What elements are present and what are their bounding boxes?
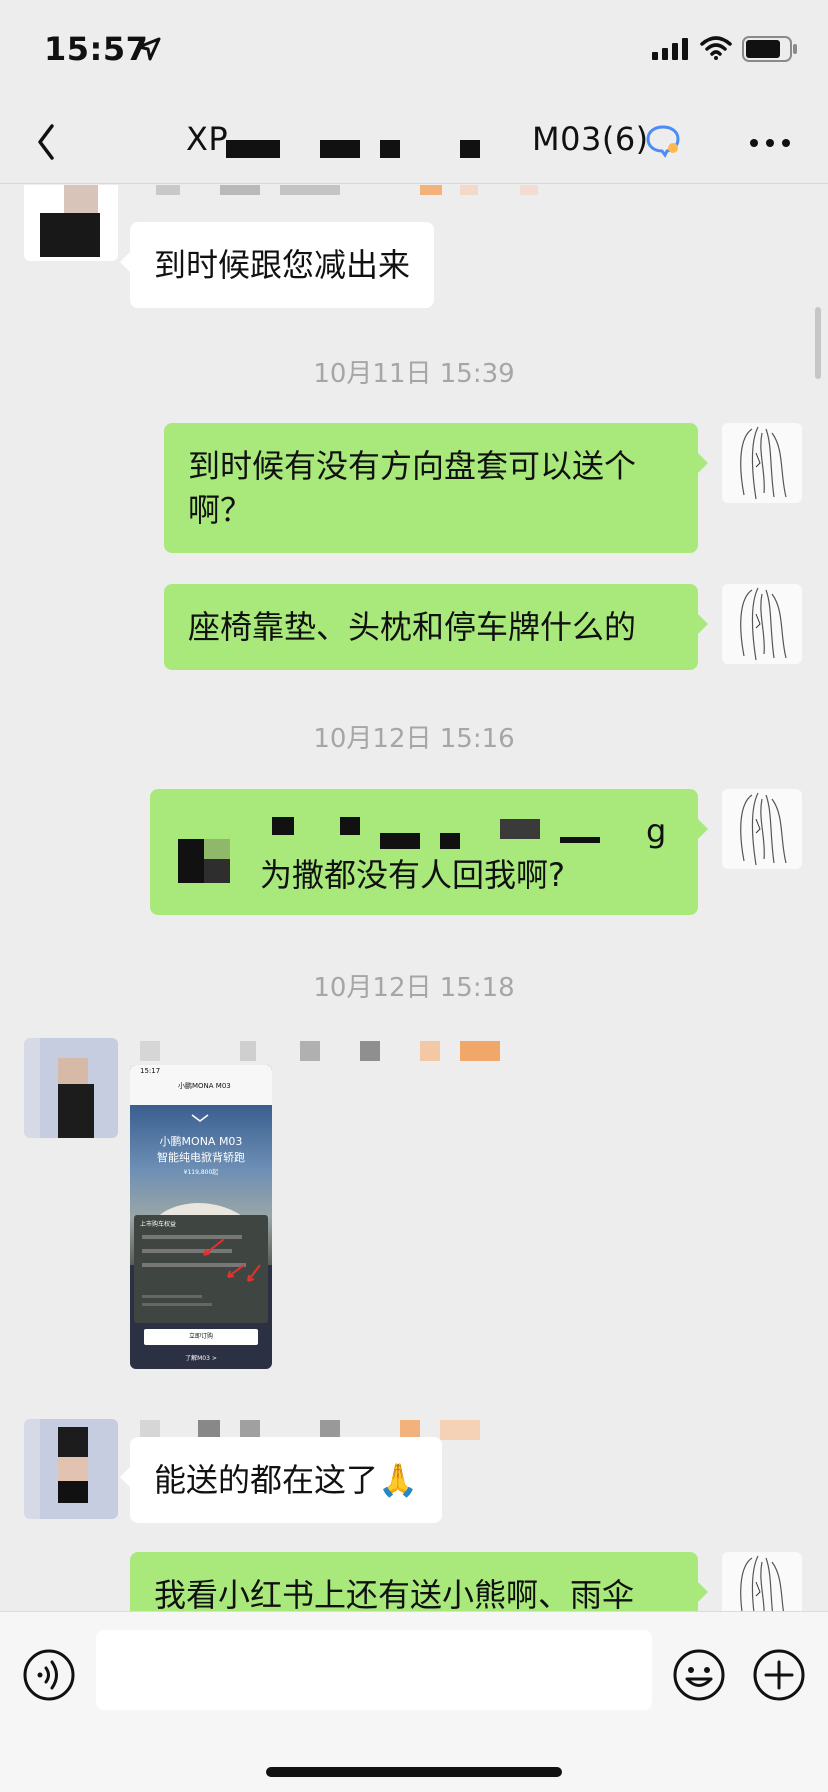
mini-header: 15:17 小鹏MONA M03 bbox=[130, 1065, 272, 1105]
chat-title-start: XP bbox=[186, 120, 229, 158]
status-time: 15:57 bbox=[44, 30, 149, 68]
voice-input-icon[interactable] bbox=[22, 1648, 76, 1702]
mini-time: 15:17 bbox=[140, 1067, 161, 1075]
title-redaction bbox=[320, 140, 360, 158]
battery-icon bbox=[742, 36, 797, 62]
home-indicator[interactable] bbox=[266, 1767, 562, 1777]
my-avatar[interactable] bbox=[722, 584, 802, 664]
status-bar: 15:57 bbox=[0, 0, 828, 100]
xpeng-logo-icon bbox=[191, 1114, 209, 1122]
message-bubble-incoming[interactable]: 到时候跟您减出来 bbox=[119, 222, 435, 308]
message-text: 为撒都没有人回我啊? bbox=[260, 856, 565, 894]
message-text: 到时候跟您减出来 bbox=[154, 246, 411, 284]
cellular-signal-icon bbox=[652, 38, 688, 60]
message-bubble-outgoing[interactable]: 到时候有没有方向盘套可以送个啊？ bbox=[164, 423, 708, 553]
sender-avatar[interactable] bbox=[24, 1419, 118, 1519]
wifi-icon bbox=[700, 36, 732, 60]
mini-learn-link: 了解M03 > bbox=[185, 1355, 217, 1362]
message-text: 到时候有没有方向盘套可以送个啊？ bbox=[188, 447, 637, 529]
message-bubble-outgoing[interactable]: 座椅靠垫、头枕和停车牌什么的 bbox=[164, 584, 708, 670]
mini-price: ¥119,800起 bbox=[183, 1169, 219, 1176]
timestamp: 10月12日 15:18 bbox=[313, 973, 515, 1003]
mini-subheadline: 智能纯电掀背轿跑 bbox=[157, 1151, 245, 1164]
message-input[interactable] bbox=[96, 1630, 652, 1710]
input-bar bbox=[0, 1611, 828, 1792]
location-arrow-icon bbox=[137, 37, 161, 61]
timestamp: 10月11日 15:39 bbox=[313, 359, 515, 389]
message-list[interactable]: 到时候跟您减出来 10月11日 15:39 到时候有没有方向盘套可以送个啊？ 座… bbox=[0, 185, 828, 1611]
mini-benefits-card: 上市购车权益 bbox=[134, 1215, 268, 1323]
sender-name-redacted bbox=[140, 185, 550, 195]
title-redaction bbox=[460, 140, 480, 158]
back-chevron-icon[interactable] bbox=[30, 120, 70, 164]
my-avatar[interactable] bbox=[722, 423, 802, 503]
my-avatar[interactable] bbox=[722, 1552, 802, 1611]
sender-name-redacted bbox=[140, 1041, 540, 1061]
sketch-portrait-icon bbox=[740, 1555, 784, 1611]
timestamp: 10月12日 15:16 bbox=[313, 724, 515, 754]
plus-circle-icon[interactable] bbox=[752, 1648, 806, 1702]
shared-image-message[interactable]: 15:17 小鹏MONA M03 小鹏MONA M03 智能纯电掀背轿跑 ¥11… bbox=[130, 1065, 272, 1369]
mini-order-button: 立即订购 bbox=[144, 1329, 258, 1345]
sender-avatar[interactable] bbox=[24, 185, 118, 261]
message-bubble-outgoing[interactable]: g 为撒都没有人回我啊? bbox=[150, 789, 708, 915]
chat-title-end: M03(6) bbox=[532, 120, 649, 158]
mini-section-title: 上市购车权益 bbox=[140, 1221, 177, 1228]
message-bubble-incoming[interactable]: 能送的都在这了🙏 bbox=[120, 1437, 442, 1523]
emoji-icon[interactable] bbox=[672, 1648, 726, 1702]
message-text: 座椅靠垫、头枕和停车牌什么的 bbox=[188, 608, 637, 646]
more-dots-icon[interactable] bbox=[748, 136, 792, 150]
my-avatar[interactable] bbox=[722, 789, 802, 869]
message-text: 我看小红书上还有送小熊啊、雨伞 bbox=[154, 1576, 635, 1611]
title-redaction bbox=[226, 140, 280, 158]
group-chat-icon[interactable] bbox=[645, 124, 681, 158]
mini-app-title: 小鹏MONA M03 bbox=[178, 1082, 231, 1090]
title-redaction bbox=[380, 140, 400, 158]
mini-headline: 小鹏MONA M03 bbox=[159, 1135, 243, 1148]
red-arrow-icon bbox=[203, 1238, 261, 1282]
message-text: 能送的都在这了🙏 bbox=[154, 1461, 418, 1499]
sender-avatar[interactable] bbox=[24, 1038, 118, 1138]
sketch-portrait-icon bbox=[740, 587, 787, 661]
sketch-portrait-icon bbox=[740, 426, 787, 500]
sketch-portrait-icon bbox=[740, 792, 787, 866]
message-text-fragment: g bbox=[646, 812, 667, 850]
message-bubble-outgoing[interactable]: 我看小红书上还有送小熊啊、雨伞 bbox=[130, 1552, 708, 1611]
chat-header: XP M03(6) bbox=[0, 100, 828, 184]
